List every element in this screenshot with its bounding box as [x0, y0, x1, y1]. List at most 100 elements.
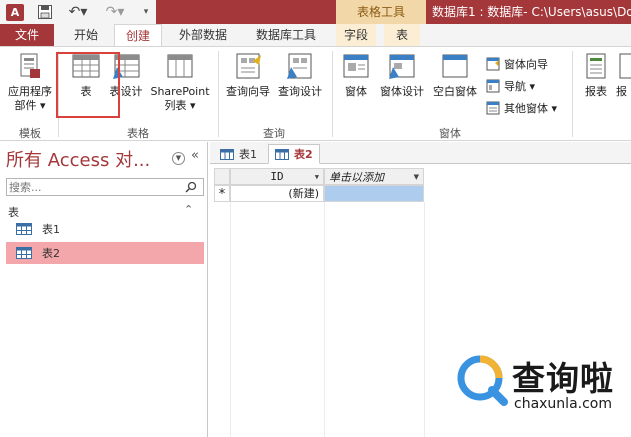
- tab-create[interactable]: 创建: [114, 24, 162, 47]
- navigation-pane: 所有 Access 对... ▼ « 表 ⌃ 表1 表2: [0, 142, 208, 437]
- column-header-id[interactable]: ID ▼: [230, 168, 324, 185]
- nav-pane-title[interactable]: 所有 Access 对...: [6, 146, 150, 172]
- new-record-selector[interactable]: *: [214, 185, 230, 202]
- form-icon: [343, 54, 369, 78]
- navigation-button[interactable]: 导航 ▾: [486, 77, 535, 95]
- group-label-forms: 窗体: [439, 127, 461, 140]
- application-parts-label-1: 应用程序: [8, 85, 52, 98]
- nav-item-table1[interactable]: 表1: [6, 218, 204, 240]
- tab-database-tools[interactable]: 数据库工具: [248, 24, 324, 46]
- table-icon: [16, 223, 32, 235]
- magnifier-logo-icon: [457, 355, 508, 406]
- document-tab-bar: 表1 表2: [210, 142, 631, 164]
- chevron-down-icon[interactable]: ▼: [172, 152, 185, 165]
- more-forms-label: 其他窗体 ▾: [504, 102, 558, 115]
- watermark-url: chaxunla.com: [514, 396, 612, 412]
- chevron-up-double-icon[interactable]: ⌃: [184, 203, 193, 216]
- navigation-form-icon: [486, 79, 500, 93]
- report-design-icon: [619, 53, 631, 79]
- doc-tab-table2[interactable]: 表2: [268, 144, 320, 164]
- group-separator: [332, 51, 333, 137]
- table-icon: [16, 247, 32, 259]
- application-parts-icon: [20, 53, 40, 78]
- more-forms-button[interactable]: 其他窗体 ▾: [486, 99, 557, 117]
- access-app-icon[interactable]: A: [4, 3, 26, 21]
- group-separator: [572, 51, 573, 137]
- grid-line: [424, 202, 425, 437]
- watermark-logo: 查询啦 chaxunla.com: [456, 350, 626, 420]
- report-design-label: 报: [616, 85, 627, 98]
- column-header-click-to-add[interactable]: 单击以添加 ▼: [324, 168, 424, 185]
- new-record-add-cell[interactable]: [324, 185, 424, 202]
- form-label: 窗体: [345, 85, 367, 98]
- tab-table[interactable]: 表: [384, 24, 420, 46]
- form-design-button[interactable]: 窗体设计: [376, 51, 428, 99]
- chevron-down-icon[interactable]: ▼: [414, 173, 419, 181]
- blank-form-label: 空白窗体: [433, 85, 477, 98]
- undo-icon[interactable]: ↶▾: [66, 3, 90, 21]
- report-label: 报表: [585, 85, 607, 98]
- nav-item-label: 表1: [42, 223, 60, 236]
- navigation-label: 导航 ▾: [504, 80, 536, 93]
- nav-search-input[interactable]: [7, 179, 183, 195]
- query-design-icon: [287, 53, 312, 79]
- watermark-text: 查询啦: [512, 359, 614, 398]
- report-icon: [586, 53, 606, 79]
- application-parts-button[interactable]: 应用程序 部件 ▾: [4, 51, 56, 113]
- group-separator: [218, 51, 219, 137]
- ribbon-tab-bar: 文件 开始 创建 外部数据 数据库工具 字段 表: [0, 24, 631, 47]
- query-design-label: 查询设计: [278, 85, 322, 98]
- sharepoint-label-2: 列表 ▾: [164, 99, 196, 112]
- query-wizard-label: 查询向导: [226, 85, 270, 98]
- nav-item-label: 表2: [42, 247, 60, 260]
- query-wizard-icon: [236, 53, 261, 79]
- query-design-button[interactable]: 查询设计: [274, 51, 326, 99]
- redo-icon[interactable]: ↷▾: [103, 3, 127, 21]
- table-icon: [275, 148, 289, 160]
- more-forms-icon: [486, 101, 500, 115]
- sharepoint-list-icon: [167, 54, 193, 78]
- form-design-icon: [389, 54, 415, 79]
- group-label-queries: 查询: [263, 127, 285, 140]
- quick-access-toolbar: A ↶▾ ↷▾ ▾: [0, 0, 156, 24]
- table-icon: [220, 148, 234, 160]
- column-header-label: 单击以添加: [329, 170, 384, 184]
- form-button[interactable]: 窗体: [338, 51, 374, 99]
- column-header-label: ID: [270, 170, 284, 183]
- title-bar: A ↶▾ ↷▾ ▾ 表格工具 数据库1 : 数据库- C:\Users\asus…: [0, 0, 631, 24]
- form-design-label: 窗体设计: [380, 85, 424, 98]
- tab-home[interactable]: 开始: [62, 24, 110, 46]
- group-label-tables: 表格: [127, 127, 149, 140]
- sharepoint-label-1: SharePoint: [150, 85, 210, 98]
- save-icon[interactable]: [36, 3, 54, 21]
- tab-file[interactable]: 文件: [0, 24, 54, 46]
- chevron-down-icon[interactable]: ▼: [315, 173, 319, 181]
- application-parts-label-2: 部件 ▾: [14, 99, 46, 112]
- search-icon[interactable]: [183, 179, 199, 195]
- report-button[interactable]: 报表: [578, 51, 614, 99]
- group-label-templates: 模板: [19, 127, 41, 140]
- form-wizard-label: 窗体向导: [504, 58, 548, 71]
- report-design-button[interactable]: 报: [616, 51, 631, 99]
- select-all-corner[interactable]: [214, 168, 230, 185]
- window-title: 数据库1 : 数据库- C:\Users\asus\Do: [432, 5, 631, 19]
- grid-line: [230, 202, 231, 437]
- collapse-pane-icon[interactable]: «: [191, 148, 199, 163]
- grid-line: [324, 202, 325, 437]
- nav-search-box: [6, 178, 204, 196]
- doc-tab-table1[interactable]: 表1: [214, 144, 263, 164]
- table-tools-context-label: 表格工具: [336, 0, 426, 24]
- customize-quick-access-icon[interactable]: ▾: [140, 3, 152, 21]
- tab-fields[interactable]: 字段: [336, 24, 376, 46]
- tab-external-data[interactable]: 外部数据: [170, 24, 236, 46]
- query-wizard-button[interactable]: 查询向导: [222, 51, 274, 99]
- doc-tab-label: 表1: [239, 148, 257, 161]
- new-record-id-cell[interactable]: (新建): [230, 185, 324, 202]
- sharepoint-lists-button[interactable]: SharePoint 列表 ▾: [148, 51, 212, 113]
- nav-item-table2[interactable]: 表2: [6, 242, 204, 264]
- form-wizard-button[interactable]: 窗体向导: [486, 55, 548, 73]
- blank-form-icon: [442, 54, 468, 78]
- blank-form-button[interactable]: 空白窗体: [428, 51, 482, 99]
- annotation-highlight-box: [56, 52, 120, 118]
- doc-tab-label: 表2: [294, 148, 313, 161]
